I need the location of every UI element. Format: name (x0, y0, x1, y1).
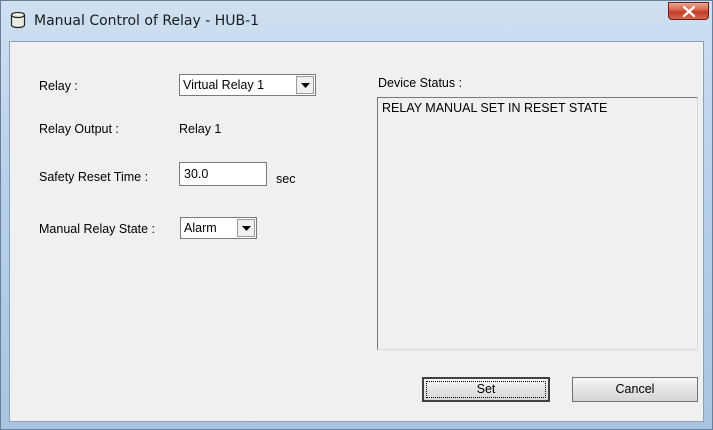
relay-dropdown-arrow[interactable] (296, 76, 314, 94)
dialog-window: Manual Control of Relay - HUB-1 Relay : … (0, 0, 713, 430)
window-title: Manual Control of Relay - HUB-1 (34, 13, 260, 29)
relay-label: Relay : (39, 79, 78, 93)
manual-state-dropdown-arrow[interactable] (237, 219, 255, 237)
set-button[interactable]: Set (422, 377, 550, 402)
manual-state-value: Alarm (184, 221, 217, 235)
manual-state-dropdown[interactable]: Alarm (180, 217, 257, 239)
title-bar[interactable]: Manual Control of Relay - HUB-1 (1, 1, 712, 41)
device-status-text: RELAY MANUAL SET IN RESET STATE (382, 101, 608, 115)
close-button[interactable] (668, 2, 709, 20)
focus-rectangle (426, 381, 546, 398)
device-status-box[interactable]: RELAY MANUAL SET IN RESET STATE (377, 97, 698, 350)
close-x-icon (683, 6, 695, 17)
chevron-down-icon (242, 226, 251, 231)
safety-reset-label: Safety Reset Time : (39, 170, 149, 184)
cancel-button[interactable]: Cancel (572, 377, 698, 402)
manual-state-label: Manual Relay State : (39, 222, 156, 236)
device-status-label: Device Status : (378, 76, 463, 90)
cylinder-icon (10, 11, 26, 29)
relay-output-label: Relay Output : (39, 122, 119, 136)
cancel-button-label: Cancel (615, 382, 655, 396)
relay-output-value: Relay 1 (179, 122, 222, 136)
relay-dropdown-value: Virtual Relay 1 (183, 78, 265, 92)
chevron-down-icon (301, 83, 310, 88)
safety-reset-input[interactable] (179, 162, 267, 186)
dialog-body: Relay : Virtual Relay 1 Relay Output : R… (9, 41, 704, 422)
relay-dropdown[interactable]: Virtual Relay 1 (179, 74, 316, 96)
safety-reset-unit: sec (276, 172, 296, 186)
